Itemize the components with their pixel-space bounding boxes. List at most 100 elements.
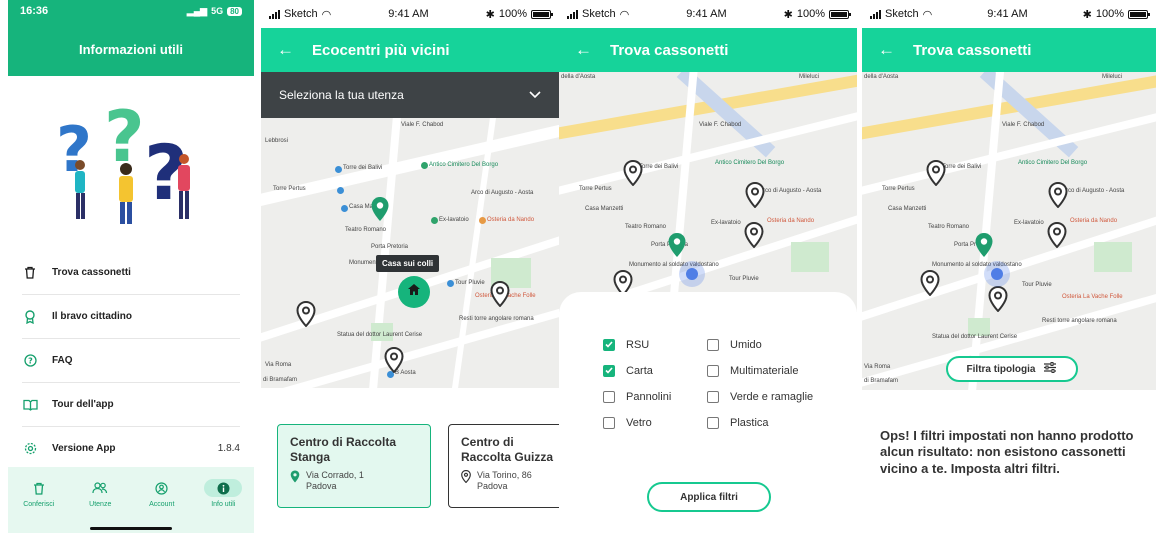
account-icon — [155, 479, 168, 497]
battery-icon: 80 — [227, 6, 242, 16]
battery-icon — [1128, 9, 1150, 19]
map-marker-pin[interactable] — [1048, 182, 1068, 208]
map-poi — [479, 217, 486, 224]
filter-carta[interactable]: Carta — [603, 364, 707, 377]
wifi-icon: ◠ — [619, 8, 630, 21]
user-location-dot — [984, 261, 1010, 287]
filter-rsu[interactable]: RSU — [603, 338, 707, 351]
filter-vetro[interactable]: Vetro — [603, 416, 707, 429]
checkbox-checked-icon — [603, 338, 615, 351]
ios-status-bar: Sketch ◠ 9:41 AM ✱ 100% — [559, 0, 857, 28]
location-pin-icon — [290, 470, 300, 493]
tab-info-utili[interactable]: Info utili — [196, 479, 251, 508]
ecocentri-screen: Sketch ◠ 9:41 AM ✱ 100% ← Ecocentri più vi… — [261, 0, 559, 533]
info-menu: Trova cassonetti Il bravo cittadino ? FA… — [8, 251, 254, 471]
header: ← Trova cassonetti — [559, 28, 857, 72]
app-version: 1.8.4 — [217, 443, 240, 454]
page-title: Trova cassonetti — [610, 41, 729, 59]
help-circle-icon: ? — [22, 354, 38, 367]
back-arrow-icon[interactable]: ← — [277, 40, 294, 60]
filter-type-button[interactable]: Filtra tipologia — [946, 356, 1078, 382]
status-bar: 16:36 ▂▄▆ 5G 80 — [8, 0, 254, 22]
map-marker-pin[interactable] — [974, 232, 994, 258]
ios-status-bar: Sketch ◠ 9:41 AM ✱ 100% — [862, 0, 1156, 28]
page-title: Trova cassonetti — [913, 41, 1032, 59]
map[interactable]: della d'Aosta Viale F. Chabod Torre dei … — [559, 72, 857, 312]
utenza-select[interactable]: Seleziona la tua utenza — [261, 72, 559, 118]
menu-item-versione[interactable]: Versione App 1.8.4 — [22, 427, 240, 471]
map-marker-pin[interactable] — [988, 286, 1008, 312]
checkbox-icon — [707, 364, 719, 377]
map-marker-pin[interactable] — [623, 160, 643, 186]
home-location-marker[interactable] — [398, 276, 430, 308]
map-marker-pin[interactable] — [744, 222, 764, 248]
users-icon — [92, 479, 108, 497]
map-poi — [337, 187, 344, 194]
page-title: Ecocentri più vicini — [312, 41, 450, 59]
filter-plastica[interactable]: Plastica — [707, 416, 837, 429]
checkbox-icon — [707, 416, 719, 429]
checkbox-icon — [603, 390, 615, 403]
map-poi — [335, 166, 342, 173]
menu-item-faq[interactable]: ? FAQ — [22, 339, 240, 383]
network-label: 5G — [211, 6, 224, 16]
filter-verde-ramaglie[interactable]: Verde e ramaglie — [707, 390, 837, 403]
signal-icon: ▂▄▆ — [186, 5, 208, 16]
map[interactable]: della d'Aosta Viale F. Chabod Torre dei … — [862, 72, 1156, 390]
map-poi — [447, 280, 454, 287]
map-marker-pin[interactable] — [667, 232, 687, 258]
map-poi — [431, 217, 438, 224]
filter-options: RSU Umido Carta Multimateriale Pannolini… — [603, 338, 837, 429]
map-marker-pin[interactable] — [926, 160, 946, 186]
map-poi — [341, 205, 348, 212]
checkbox-icon — [707, 390, 719, 403]
tab-conferisci[interactable]: Conferisci — [11, 479, 66, 508]
header: ← Ecocentri più vicini — [261, 28, 559, 72]
signal-icon — [567, 9, 578, 19]
map-marker-pin[interactable] — [490, 281, 510, 307]
battery-icon — [829, 9, 851, 19]
svg-text:?: ? — [28, 357, 33, 366]
ecocentro-card[interactable]: Centro di Raccolta Stanga Via Corrado, 1… — [277, 424, 431, 508]
map-poi — [421, 162, 428, 169]
sliders-icon — [1043, 362, 1057, 376]
map-marker-pin[interactable] — [920, 270, 940, 296]
menu-item-trova-cassonetti[interactable]: Trova cassonetti — [22, 251, 240, 295]
filter-umido[interactable]: Umido — [707, 338, 837, 351]
bluetooth-icon: ✱ — [1082, 8, 1092, 21]
filter-pannolini[interactable]: Pannolini — [603, 390, 707, 403]
menu-item-bravo-cittadino[interactable]: Il bravo cittadino — [22, 295, 240, 339]
battery-icon — [531, 9, 553, 19]
map[interactable]: Viale F. Chabod Torre dei Balivi Antico … — [261, 118, 559, 388]
trash-icon — [22, 266, 38, 279]
filter-sheet: RSU Umido Carta Multimateriale Pannolini… — [559, 292, 857, 533]
tab-account[interactable]: Account — [134, 479, 189, 508]
wifi-icon: ◠ — [922, 8, 933, 21]
signal-icon — [870, 9, 881, 19]
map-marker-pin[interactable] — [296, 301, 316, 327]
trash-icon — [33, 479, 45, 497]
back-arrow-icon[interactable]: ← — [575, 40, 592, 60]
faq-illustration: ? ? ? — [8, 76, 254, 251]
back-arrow-icon[interactable]: ← — [878, 40, 895, 60]
signal-icon — [269, 9, 280, 19]
map-marker-pin[interactable] — [370, 196, 390, 222]
map-marker-pin[interactable] — [384, 347, 404, 373]
book-icon — [22, 399, 38, 411]
location-pin-icon — [461, 469, 471, 493]
map-marker-pin[interactable] — [745, 182, 765, 208]
ecocentro-card[interactable]: Centro di Raccolta Guizza Via Torino, 86… — [448, 424, 559, 508]
info-icon — [204, 479, 243, 497]
home-indicator — [90, 527, 172, 530]
menu-item-tour[interactable]: Tour dell'app — [22, 383, 240, 427]
user-location-dot — [679, 261, 705, 287]
tab-utenze[interactable]: Utenze — [73, 479, 128, 508]
map-marker-pin[interactable] — [1047, 222, 1067, 248]
filter-multimateriale[interactable]: Multimateriale — [707, 364, 837, 377]
no-results-message: Ops! I filtri impostati non hanno prodot… — [880, 428, 1134, 476]
ios-status-bar: Sketch ◠ 9:41 AM ✱ 100% — [261, 0, 559, 28]
svg-text:?: ? — [56, 113, 92, 186]
no-results-screen: Sketch ◠ 9:41 AM ✱ 100% ← Trova cassonetti… — [862, 0, 1156, 533]
apply-filters-button[interactable]: Applica filtri — [647, 482, 771, 512]
trova-cassonetti-filter-screen: Sketch ◠ 9:41 AM ✱ 100% ← Trova cassonetti… — [559, 0, 857, 533]
